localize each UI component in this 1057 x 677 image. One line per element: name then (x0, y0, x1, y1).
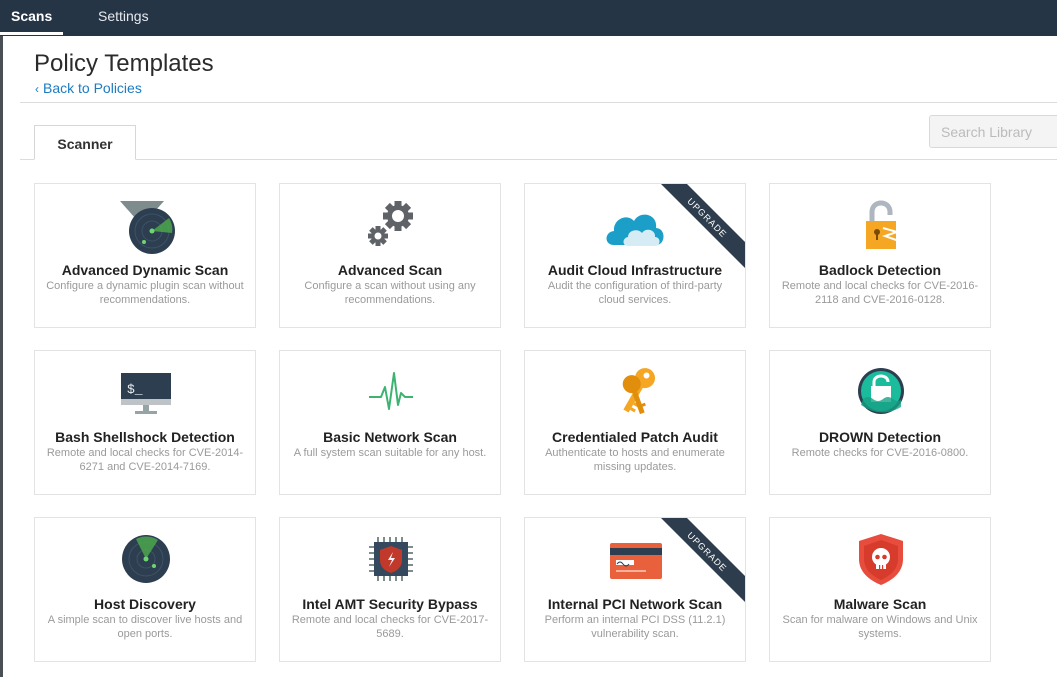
template-card-intel-amt-security-bypass[interactable]: Intel AMT Security Bypass Remote and loc… (279, 517, 501, 662)
card-title: Advanced Scan (337, 262, 443, 278)
template-card-host-discovery[interactable]: Host Discovery A simple scan to discover… (34, 517, 256, 662)
template-card-basic-network-scan[interactable]: Basic Network Scan A full system scan su… (279, 350, 501, 495)
top-navigation-bar: Scans Settings (0, 0, 1057, 36)
card-description: Perform an internal PCI DSS (11.2.1) vul… (544, 614, 726, 640)
nav-settings[interactable]: Settings (98, 0, 149, 32)
template-card-malware-scan[interactable]: Malware Scan Scan for malware on Windows… (769, 517, 991, 662)
nav-scans[interactable]: Scans (0, 0, 64, 35)
skull-shield-icon (859, 534, 903, 585)
header-divider (20, 102, 1057, 103)
keys-icon (622, 368, 655, 415)
search-library-input[interactable] (929, 115, 1057, 148)
card-description: A simple scan to discover live hosts and… (47, 614, 243, 640)
terminal-monitor-icon: $_ (121, 373, 171, 414)
card-description: Authenticate to hosts and enumerate miss… (545, 447, 725, 473)
chip-shield-icon (369, 537, 413, 581)
ribbon-label: UPGRADE (685, 196, 728, 239)
page-title: Policy Templates (34, 50, 214, 77)
drowning-lock-icon (858, 368, 904, 414)
template-card-audit-cloud-infrastructure[interactable]: UPGRADE Audit Cloud Infrastructure Audit… (524, 183, 746, 328)
credit-card-icon (610, 543, 662, 579)
template-card-advanced-dynamic-scan[interactable]: Advanced Dynamic Scan Configure a dynami… (34, 183, 256, 328)
template-card-badlock-detection[interactable]: Badlock Detection Remote and local check… (769, 183, 991, 328)
tab-scanner[interactable]: Scanner (34, 125, 136, 160)
ribbon-label: UPGRADE (685, 530, 728, 573)
chevron-left-icon: ‹ (35, 82, 39, 96)
radar-icon (122, 535, 170, 583)
card-title: DROWN Detection (818, 429, 942, 445)
broken-lock-icon (866, 200, 901, 249)
gears-icon (368, 201, 413, 246)
card-description: Remote and local checks for CVE-2017-568… (291, 614, 489, 640)
template-card-drown-detection[interactable]: DROWN Detection Remote checks for CVE-20… (769, 350, 991, 495)
template-card-credentialed-patch-audit[interactable]: Credentialed Patch Audit Authenticate to… (524, 350, 746, 495)
card-description: Remote and local checks for CVE-2016-211… (781, 280, 979, 306)
back-to-policies-link[interactable]: ‹ Back to Policies (35, 80, 142, 96)
heartbeat-icon (369, 372, 413, 410)
card-title: Advanced Dynamic Scan (61, 262, 229, 278)
template-card-advanced-scan[interactable]: Advanced Scan Configure a scan without u… (279, 183, 501, 328)
card-title: Host Discovery (94, 596, 196, 612)
card-title: Credentialed Patch Audit (552, 429, 718, 445)
card-title: Intel AMT Security Bypass (302, 596, 478, 612)
template-card-internal-pci-network-scan[interactable]: UPGRADE Internal PCI Network Scan Perfor… (524, 517, 746, 662)
card-title: Internal PCI Network Scan (547, 596, 723, 612)
left-edge-bar (0, 36, 3, 677)
template-card-bash-shellshock-detection[interactable]: $_ Bash Shellshock Detection Remote and … (34, 350, 256, 495)
funnel-radar-icon (120, 201, 175, 254)
card-description: Audit the configuration of third-party c… (547, 280, 723, 306)
card-title: Badlock Detection (818, 262, 942, 278)
card-description: Configure a dynamic plugin scan without … (46, 280, 244, 306)
tab-divider (20, 159, 1057, 160)
back-link-label: Back to Policies (43, 80, 142, 96)
card-title: Malware Scan (833, 596, 927, 612)
card-title: Basic Network Scan (323, 429, 457, 445)
cloud-icon (606, 214, 664, 246)
terminal-prompt: $_ (127, 382, 143, 397)
card-description: A full system scan suitable for any host… (293, 447, 487, 459)
card-description: Remote checks for CVE-2016-0800. (791, 447, 969, 459)
card-description: Scan for malware on Windows and Unix sys… (782, 614, 978, 640)
card-title: Bash Shellshock Detection (55, 429, 235, 445)
card-description: Configure a scan without using any recom… (304, 280, 476, 306)
card-title: Audit Cloud Infrastructure (547, 262, 723, 278)
card-description: Remote and local checks for CVE-2014-627… (46, 447, 244, 473)
